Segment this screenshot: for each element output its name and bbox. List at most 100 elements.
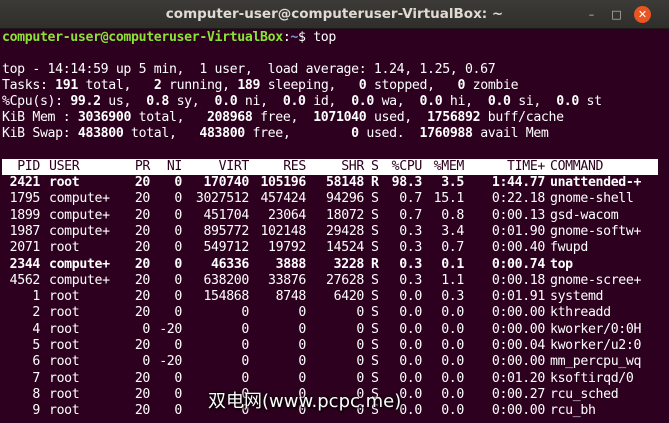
tasks-text: total, xyxy=(77,78,154,93)
process-res: 0 xyxy=(298,338,306,353)
process-ni: 0 xyxy=(174,370,182,386)
process-mem: 0.3 xyxy=(441,289,464,305)
process-user: root xyxy=(49,354,80,370)
process-pr: 20 xyxy=(134,191,151,207)
process-virt: 170740 xyxy=(203,175,249,190)
process-pid: 1 xyxy=(32,289,40,305)
process-res: 105196 xyxy=(260,175,306,190)
process-pr: 20 xyxy=(134,386,151,402)
process-command: unattended-+ xyxy=(550,175,642,190)
tasks-text: running, xyxy=(161,78,238,93)
cpu-si: 0.0 xyxy=(487,94,511,109)
process-ni: 0 xyxy=(174,338,182,353)
window-titlebar[interactable]: computer-user@computeruser-VirtualBox: ~… xyxy=(0,0,669,29)
process-shr: 3228 xyxy=(333,256,365,272)
process-mem: 0.0 xyxy=(441,386,464,402)
process-time: 0:01.91 xyxy=(491,289,545,305)
process-ni: 0 xyxy=(174,272,182,288)
process-shr: 6420 xyxy=(333,289,365,305)
tasks-zombie: 0 xyxy=(457,78,466,93)
process-shr: 0 xyxy=(356,338,364,353)
cpu-text: hi, xyxy=(442,94,488,109)
process-mem: 0.8 xyxy=(441,207,464,223)
mem-buff: 1756892 xyxy=(427,110,481,125)
mem-free: 208968 xyxy=(206,110,253,125)
process-ni: 0 xyxy=(174,223,182,239)
close-icon[interactable]: ✕ xyxy=(634,6,651,23)
col-header: NI xyxy=(166,159,183,174)
mem-used: 1071040 xyxy=(313,110,367,125)
process-time: 0:00.27 xyxy=(491,386,545,402)
col-header: TIME+ xyxy=(507,159,545,174)
process-s: R xyxy=(371,256,379,272)
process-s: S xyxy=(371,305,379,321)
process-pid: 7 xyxy=(32,370,40,386)
process-s: S xyxy=(371,272,379,288)
process-command: gnome-scree+ xyxy=(550,272,642,288)
cpu-text: si, xyxy=(510,94,557,109)
process-time: 0:00.74 xyxy=(491,256,545,272)
process-time: 0:00.00 xyxy=(491,354,545,370)
prompt-user-host: computer-user@computeruser-VirtualBox xyxy=(2,30,283,45)
process-shr: 0 xyxy=(356,354,364,370)
cpu-ni: 0.0 xyxy=(214,94,238,109)
process-pr: 20 xyxy=(134,370,151,386)
terminal-area[interactable]: computer-user@computeruser-VirtualBox:~$… xyxy=(0,29,669,423)
process-res: 8748 xyxy=(275,289,307,305)
process-shr: 0 xyxy=(356,305,364,321)
process-pr: 20 xyxy=(134,289,151,305)
process-pr: 20 xyxy=(134,256,151,272)
process-s: S xyxy=(371,338,379,353)
mem-text: free, xyxy=(252,110,314,125)
cpu-us: 99.2 xyxy=(70,94,101,109)
process-user: compute+ xyxy=(49,272,110,288)
process-command: systemd xyxy=(550,289,604,305)
process-res: 0 xyxy=(298,321,306,337)
process-ni: 0 xyxy=(174,207,182,223)
cpu-sy: 0.8 xyxy=(146,94,169,109)
process-command: kthreadd xyxy=(550,305,611,321)
process-command: gnome-shell xyxy=(550,191,634,207)
process-ni: 0 xyxy=(174,386,182,402)
swap-text: used. xyxy=(358,126,420,141)
process-time: 0:00.13 xyxy=(491,207,545,223)
process-command: rcu_sched xyxy=(550,386,619,402)
summary-cpu-line: %Cpu(s): 99.2 us, 0.8 sy, 0.0 ni, 0.0 id… xyxy=(2,94,602,110)
process-time: 0:00.18 xyxy=(491,272,545,288)
process-mem: 0.0 xyxy=(441,321,464,337)
process-mem: 0.0 xyxy=(441,403,464,419)
process-res: 102148 xyxy=(260,223,306,239)
process-cpu: 0.3 xyxy=(399,272,422,288)
process-pid: 9 xyxy=(32,403,40,419)
process-ni: 0 xyxy=(174,191,182,207)
process-pid: 6 xyxy=(32,354,40,370)
process-mem: 0.0 xyxy=(441,370,464,386)
process-mem: 0.0 xyxy=(441,305,464,321)
process-ni: 0 xyxy=(174,403,182,419)
process-s: S xyxy=(371,207,379,223)
process-res: 33876 xyxy=(268,272,306,288)
process-user: compute+ xyxy=(49,207,110,223)
process-mem: 0.1 xyxy=(441,256,464,272)
process-pid: 2344 xyxy=(9,256,41,272)
process-mem: 15.1 xyxy=(433,191,465,207)
process-pid: 1795 xyxy=(9,191,41,207)
minimize-icon[interactable]: – xyxy=(583,6,600,23)
tasks-text: stopped, xyxy=(366,78,458,93)
process-shr: 58148 xyxy=(326,175,364,190)
process-s: S xyxy=(371,191,379,207)
process-time: 0:01.20 xyxy=(491,370,545,386)
process-user: root xyxy=(49,321,80,337)
maximize-icon[interactable]: □ xyxy=(608,6,625,23)
process-pr: 20 xyxy=(134,272,151,288)
col-header: %CPU xyxy=(391,159,423,174)
process-virt: 451704 xyxy=(203,207,249,223)
summary-swap-line: KiB Swap: 483800 total, 483800 free, 0 u… xyxy=(2,126,549,142)
process-ni: 0 xyxy=(174,175,182,190)
process-table-header: PID USER PR NI VIRT RES SHR S %CPU %MEM … xyxy=(2,159,658,175)
tasks-text: sleeping, xyxy=(260,78,359,93)
process-ni: 0 xyxy=(174,289,182,305)
process-ni: -20 xyxy=(159,321,182,337)
process-pid: 2071 xyxy=(9,240,41,256)
prompt-command: top xyxy=(313,30,336,45)
